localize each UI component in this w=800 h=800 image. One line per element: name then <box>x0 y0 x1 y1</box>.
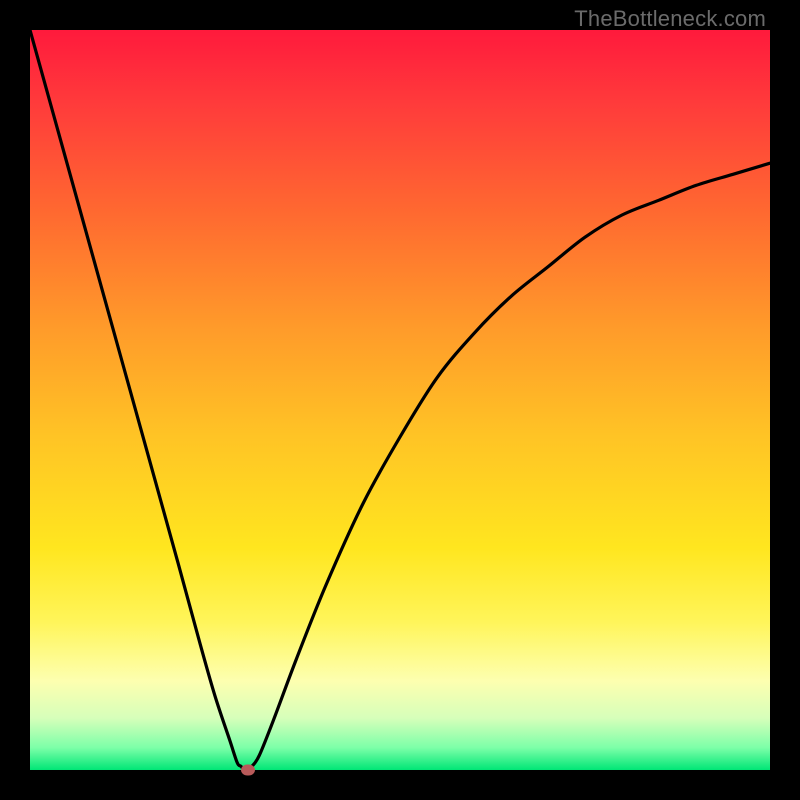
watermark-text: TheBottleneck.com <box>574 6 766 32</box>
optimal-point-marker <box>241 765 255 776</box>
bottleneck-curve <box>30 30 770 770</box>
curve-layer <box>30 30 770 770</box>
plot-area <box>30 30 770 770</box>
chart-frame: TheBottleneck.com <box>0 0 800 800</box>
